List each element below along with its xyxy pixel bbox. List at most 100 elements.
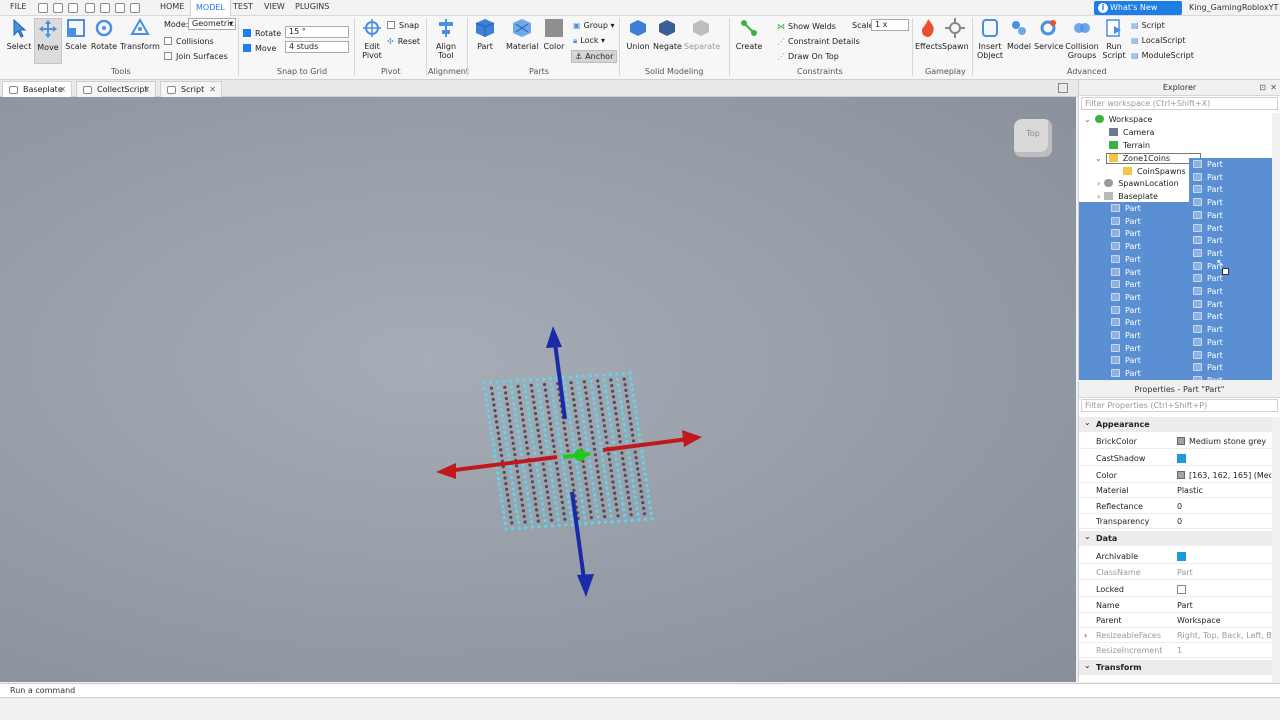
coin-part[interactable] — [505, 447, 509, 452]
coin-part[interactable] — [568, 420, 573, 425]
coin-part[interactable] — [596, 384, 601, 389]
tree-item-part[interactable]: Part — [1111, 202, 1141, 215]
coin-part[interactable] — [593, 493, 597, 497]
drag-part-item[interactable]: Part — [1193, 222, 1223, 235]
coin-part[interactable] — [604, 435, 608, 439]
coin-part[interactable] — [587, 408, 591, 412]
coin-part[interactable] — [592, 487, 596, 491]
coin-part[interactable] — [493, 454, 497, 458]
drag-part-item[interactable]: Part — [1193, 298, 1223, 311]
coin-part[interactable] — [642, 466, 647, 471]
coin-part[interactable] — [569, 426, 573, 430]
coin-part[interactable] — [544, 484, 549, 489]
explorer-filter-input[interactable]: Filter workspace (Ctrl+Shift+X) — [1081, 97, 1278, 110]
close-icon[interactable]: ✕ — [1270, 80, 1277, 96]
tab-script[interactable]: Script ✕ — [160, 81, 222, 97]
coin-part[interactable] — [578, 437, 582, 441]
coin-part[interactable] — [515, 424, 519, 428]
coin-part[interactable] — [491, 443, 495, 447]
coin-part[interactable] — [497, 391, 501, 395]
coin-part[interactable] — [621, 502, 625, 506]
coin-part[interactable] — [563, 387, 567, 391]
coin-part[interactable] — [590, 385, 594, 389]
y-axis-arrow-up[interactable] — [546, 326, 562, 348]
coin-part[interactable] — [564, 438, 568, 442]
coin-part[interactable] — [632, 490, 637, 494]
coin-part[interactable] — [512, 402, 516, 406]
coin-part[interactable] — [641, 461, 646, 465]
anchor-button[interactable]: ⚓︎ Anchor — [571, 50, 618, 63]
drag-part-item[interactable]: Part — [1193, 361, 1223, 374]
coin-part[interactable] — [513, 407, 517, 411]
coin-part[interactable] — [622, 422, 626, 426]
coin-part[interactable] — [631, 433, 635, 437]
coin-part[interactable] — [488, 420, 492, 424]
castshadow-checkbox[interactable] — [1177, 454, 1186, 463]
coin-part[interactable] — [631, 479, 635, 483]
coin-part[interactable] — [590, 476, 594, 480]
coin-part[interactable] — [534, 462, 539, 467]
coin-part[interactable] — [548, 507, 552, 511]
coin-part[interactable] — [638, 484, 642, 488]
coin-part[interactable] — [504, 482, 508, 486]
coin-part[interactable] — [500, 414, 504, 418]
coin-part[interactable] — [623, 513, 627, 517]
coin-part[interactable] — [650, 517, 654, 521]
chevron-down-icon[interactable]: ⌄ — [1095, 154, 1102, 163]
coin-part[interactable] — [583, 471, 587, 475]
coin-part[interactable] — [554, 416, 558, 420]
coin-part[interactable] — [608, 463, 613, 467]
move-tool-button[interactable]: Move — [34, 18, 62, 64]
coin-part[interactable] — [556, 472, 560, 476]
coin-part[interactable] — [589, 510, 593, 514]
coin-part[interactable] — [640, 450, 644, 454]
color-button[interactable]: Color — [542, 18, 566, 51]
coin-part[interactable] — [598, 481, 602, 485]
coin-part[interactable] — [595, 509, 599, 513]
coin-part[interactable] — [597, 430, 601, 434]
coin-part[interactable] — [570, 432, 574, 436]
coin-part[interactable] — [575, 375, 579, 379]
coin-part[interactable] — [541, 417, 545, 421]
coin-part[interactable] — [610, 520, 614, 524]
insert-localscript-button[interactable]: ▤ LocalScript — [1131, 36, 1186, 45]
coin-part[interactable] — [603, 429, 607, 433]
coin-part[interactable] — [535, 468, 540, 472]
coin-part[interactable] — [600, 498, 604, 502]
coin-part[interactable] — [557, 433, 561, 437]
coin-part[interactable] — [620, 406, 624, 410]
coin-part[interactable] — [580, 408, 584, 412]
coin-part[interactable] — [595, 419, 599, 423]
coin-part[interactable] — [519, 401, 523, 405]
coin-part[interactable] — [517, 390, 521, 394]
coin-part[interactable] — [577, 431, 581, 435]
coin-part[interactable] — [569, 471, 574, 476]
coin-part[interactable] — [614, 412, 618, 416]
coin-part[interactable] — [609, 378, 613, 382]
coin-part[interactable] — [539, 491, 543, 495]
coin-part[interactable] — [514, 504, 518, 508]
coin-part[interactable] — [567, 409, 571, 413]
coin-part[interactable] — [602, 509, 606, 513]
properties-scrollbar[interactable] — [1272, 417, 1280, 682]
drag-part-item[interactable]: Part — [1193, 272, 1223, 285]
coin-part[interactable] — [528, 508, 532, 512]
coin-part[interactable] — [613, 406, 617, 410]
coin-part[interactable] — [648, 506, 652, 510]
coin-part[interactable] — [627, 450, 631, 455]
coin-part[interactable] — [571, 483, 575, 487]
coin-part[interactable] — [502, 380, 506, 384]
chevron-right-icon[interactable]: › — [1084, 628, 1087, 643]
coin-part[interactable] — [564, 392, 568, 396]
coin-part[interactable] — [541, 462, 545, 466]
coin-part[interactable] — [484, 392, 488, 396]
y-axis-handle-down[interactable] — [570, 491, 586, 580]
3d-viewport[interactable]: Top — [0, 97, 1076, 682]
prop-resizeablefaces[interactable]: › ResizeableFaces Right, Top, Back, Left, … — [1079, 628, 1273, 643]
coin-part[interactable] — [588, 374, 592, 378]
coin-part[interactable] — [550, 478, 554, 482]
coin-part[interactable] — [549, 473, 554, 477]
coin-part[interactable] — [572, 403, 577, 407]
coin-part[interactable] — [594, 413, 598, 417]
coin-part[interactable] — [588, 419, 592, 423]
